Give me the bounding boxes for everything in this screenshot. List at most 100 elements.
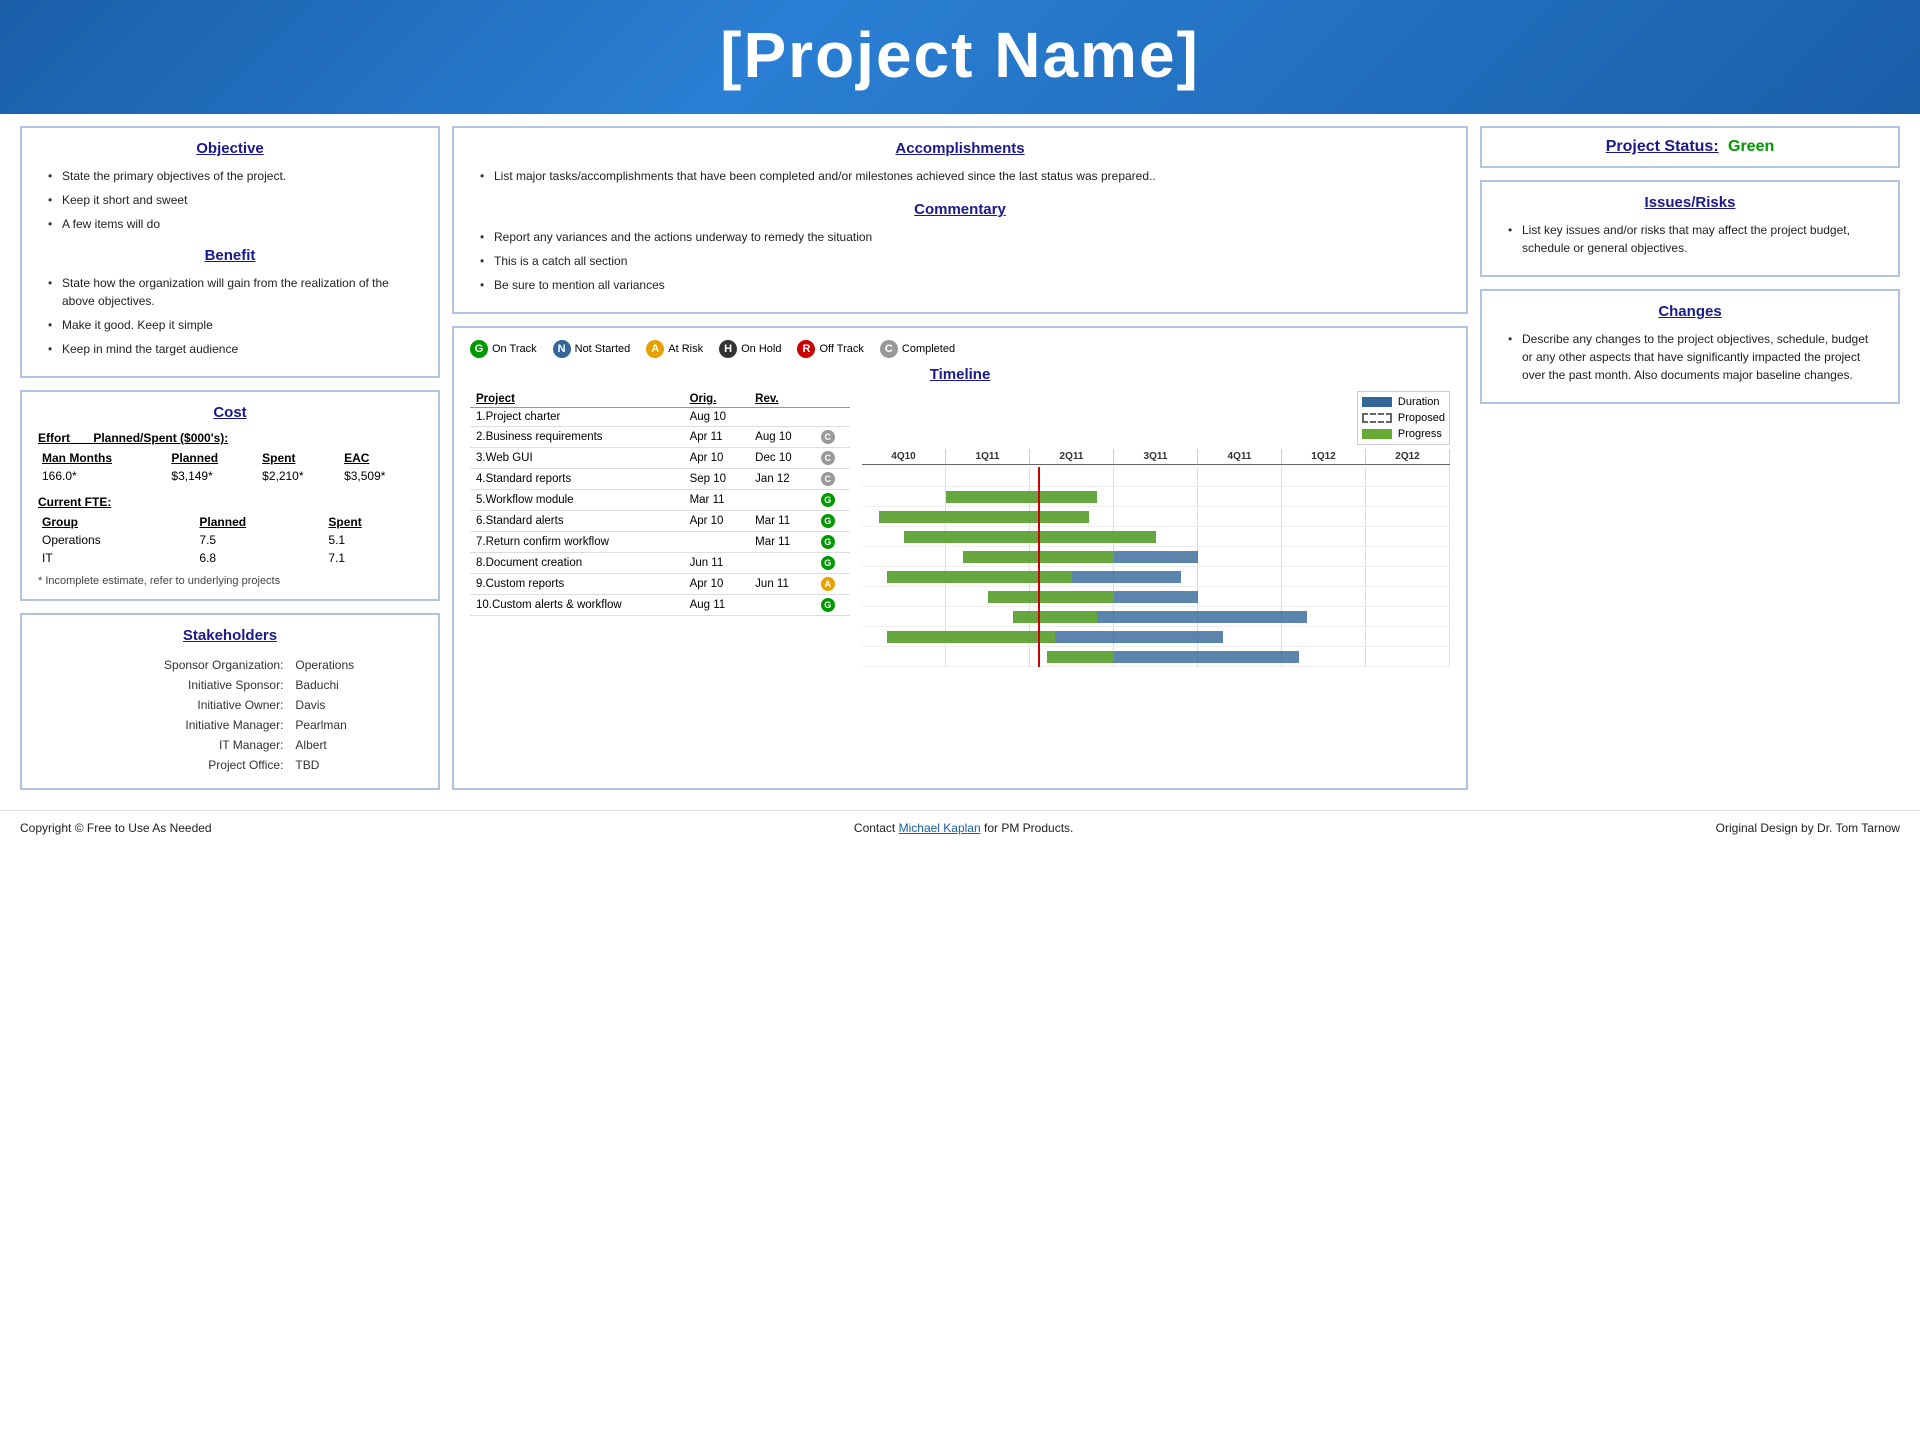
accomplishments-title: Accomplishments: [470, 140, 1450, 157]
proposed-legend-bar: [1362, 413, 1392, 423]
legend-item: AAt Risk: [646, 340, 703, 358]
stakeholders-title: Stakeholders: [38, 627, 422, 644]
gantt-row: [862, 507, 1450, 527]
gantt-axis-label: 3Q11: [1114, 449, 1198, 464]
timeline-panel: GOn Track NNot Started AAt Risk HOn Hold ROf…: [452, 326, 1468, 790]
issues-panel: Issues/Risks List key issues and/or risk…: [1480, 180, 1900, 277]
duration-legend-bar: [1362, 397, 1392, 407]
table-row: 8.Document creationJun 11G: [470, 553, 850, 574]
gantt-row: [862, 607, 1450, 627]
gantt-progress-bar: [887, 571, 1072, 583]
cost-note: * Incomplete estimate, refer to underlyi…: [38, 575, 422, 587]
duration-legend-label: Duration: [1398, 396, 1440, 408]
gantt-row: [862, 647, 1450, 667]
accomplishments-list: List major tasks/accomplishments that ha…: [470, 167, 1450, 185]
list-item: Make it good. Keep it simple: [48, 316, 422, 334]
stakeholders-table: Sponsor Organization:Operations Initiativ…: [38, 654, 422, 776]
table-row: 2.Business requirementsApr 11Aug 10C: [470, 427, 850, 448]
gantt-area: Duration Proposed Progress: [862, 391, 1450, 667]
gantt-progress-bar: [988, 591, 1114, 603]
page-title: [Project Name]: [0, 18, 1920, 92]
page-header: [Project Name]: [0, 0, 1920, 114]
table-row: 10.Custom alerts & workflowAug 11G: [470, 595, 850, 616]
list-item: List key issues and/or risks that may af…: [1508, 221, 1882, 257]
issues-list: List key issues and/or risks that may af…: [1498, 221, 1882, 257]
list-item: A few items will do: [48, 215, 422, 233]
legend-row: GOn Track NNot Started AAt Risk HOn Hold ROf…: [470, 340, 1450, 358]
right-column: Project Status: Green Issues/Risks List …: [1480, 126, 1900, 790]
table-row: Sponsor Organization:Operations: [40, 656, 420, 674]
gantt-row: [862, 547, 1450, 567]
footer-right: Original Design by Dr. Tom Tarnow: [1716, 821, 1900, 835]
footer-center: Contact Michael Kaplan for PM Products.: [854, 821, 1073, 835]
gantt-progress-bar: [887, 631, 1055, 643]
changes-panel: Changes Describe any changes to the proj…: [1480, 289, 1900, 404]
timeline-projects: Project Orig. Rev. 1.Project charterAug …: [470, 391, 850, 667]
table-row: 5.Workflow moduleMar 11G: [470, 490, 850, 511]
gantt-row: [862, 567, 1450, 587]
accomplishments-panel: Accomplishments List major tasks/accompl…: [452, 126, 1468, 314]
fte-table: Group Planned Spent Operations 7.5 5.1 I…: [38, 513, 422, 567]
objective-list: State the primary objectives of the proj…: [38, 167, 422, 233]
table-row: Initiative Owner:Davis: [40, 696, 420, 714]
gantt-legend: Duration Proposed Progress: [1357, 391, 1450, 445]
footer-link[interactable]: Michael Kaplan: [899, 821, 981, 835]
table-row: 9.Custom reportsApr 10Jun 11A: [470, 574, 850, 595]
cost-title: Cost: [38, 404, 422, 421]
table-row: IT Manager:Albert: [40, 736, 420, 754]
gantt-row: [862, 527, 1450, 547]
today-line: [1038, 467, 1040, 667]
gantt-row: [862, 487, 1450, 507]
table-row: Operations 7.5 5.1: [38, 531, 422, 549]
gantt-axis-label: 4Q11: [1198, 449, 1282, 464]
cost-panel: Cost Effort Planned/Spent ($000's): Man …: [20, 390, 440, 601]
table-row: Project Office:TBD: [40, 756, 420, 774]
list-item: Keep it short and sweet: [48, 191, 422, 209]
footer: Copyright © Free to Use As Needed Contac…: [0, 810, 1920, 845]
legend-item: GOn Track: [470, 340, 537, 358]
timeline-title: Timeline: [470, 366, 1450, 383]
timeline-container: Project Orig. Rev. 1.Project charterAug …: [470, 391, 1450, 667]
table-row: Initiative Manager:Pearlman: [40, 716, 420, 734]
legend-item: HOn Hold: [719, 340, 781, 358]
changes-list: Describe any changes to the project obje…: [1498, 330, 1882, 384]
table-row: 166.0* $3,149* $2,210* $3,509*: [38, 467, 422, 485]
list-item: This is a catch all section: [480, 252, 1450, 270]
table-row: 4.Standard reportsSep 10Jan 12C: [470, 469, 850, 490]
progress-legend-label: Progress: [1398, 428, 1442, 440]
table-row: 1.Project charterAug 10: [470, 408, 850, 427]
table-row: 3.Web GUIApr 10Dec 10C: [470, 448, 850, 469]
status-panel: Project Status: Green: [1480, 126, 1900, 168]
gantt-axis-label: 2Q12: [1366, 449, 1450, 464]
progress-legend-bar: [1362, 429, 1392, 439]
list-item: State how the organization will gain fro…: [48, 274, 422, 310]
gantt-progress-bar: [1047, 651, 1114, 663]
list-item: Report any variances and the actions und…: [480, 228, 1450, 246]
table-row: Initiative Sponsor:Baduchi: [40, 676, 420, 694]
changes-title: Changes: [1498, 303, 1882, 320]
stakeholders-panel: Stakeholders Sponsor Organization:Operat…: [20, 613, 440, 790]
issues-title: Issues/Risks: [1498, 194, 1882, 211]
benefit-title: Benefit: [38, 247, 422, 264]
main-content: Objective State the primary objectives o…: [0, 114, 1920, 802]
gantt-row: [862, 467, 1450, 487]
cost-table: Man Months Planned Spent EAC 166.0* $3,1…: [38, 449, 422, 485]
table-row: IT 6.8 7.1: [38, 549, 422, 567]
table-row: 7.Return confirm workflowMar 11G: [470, 532, 850, 553]
gantt-rows: [862, 467, 1450, 667]
benefit-list: State how the organization will gain fro…: [38, 274, 422, 358]
effort-label: Effort Planned/Spent ($000's):: [38, 431, 422, 445]
status-value: Green: [1728, 138, 1774, 155]
objective-title: Objective: [38, 140, 422, 157]
gantt-progress-bar: [879, 511, 1089, 523]
gantt-progress-bar: [904, 531, 1156, 543]
list-item: State the primary objectives of the proj…: [48, 167, 422, 185]
legend-item: NNot Started: [553, 340, 631, 358]
legend-item: ROff Track: [797, 340, 863, 358]
gantt-axis-label: 4Q10: [862, 449, 946, 464]
left-column: Objective State the primary objectives o…: [20, 126, 440, 790]
legend-item: CCompleted: [880, 340, 955, 358]
status-title: Project Status:: [1606, 138, 1719, 155]
project-table: Project Orig. Rev. 1.Project charterAug …: [470, 391, 850, 616]
proposed-legend-label: Proposed: [1398, 412, 1445, 424]
